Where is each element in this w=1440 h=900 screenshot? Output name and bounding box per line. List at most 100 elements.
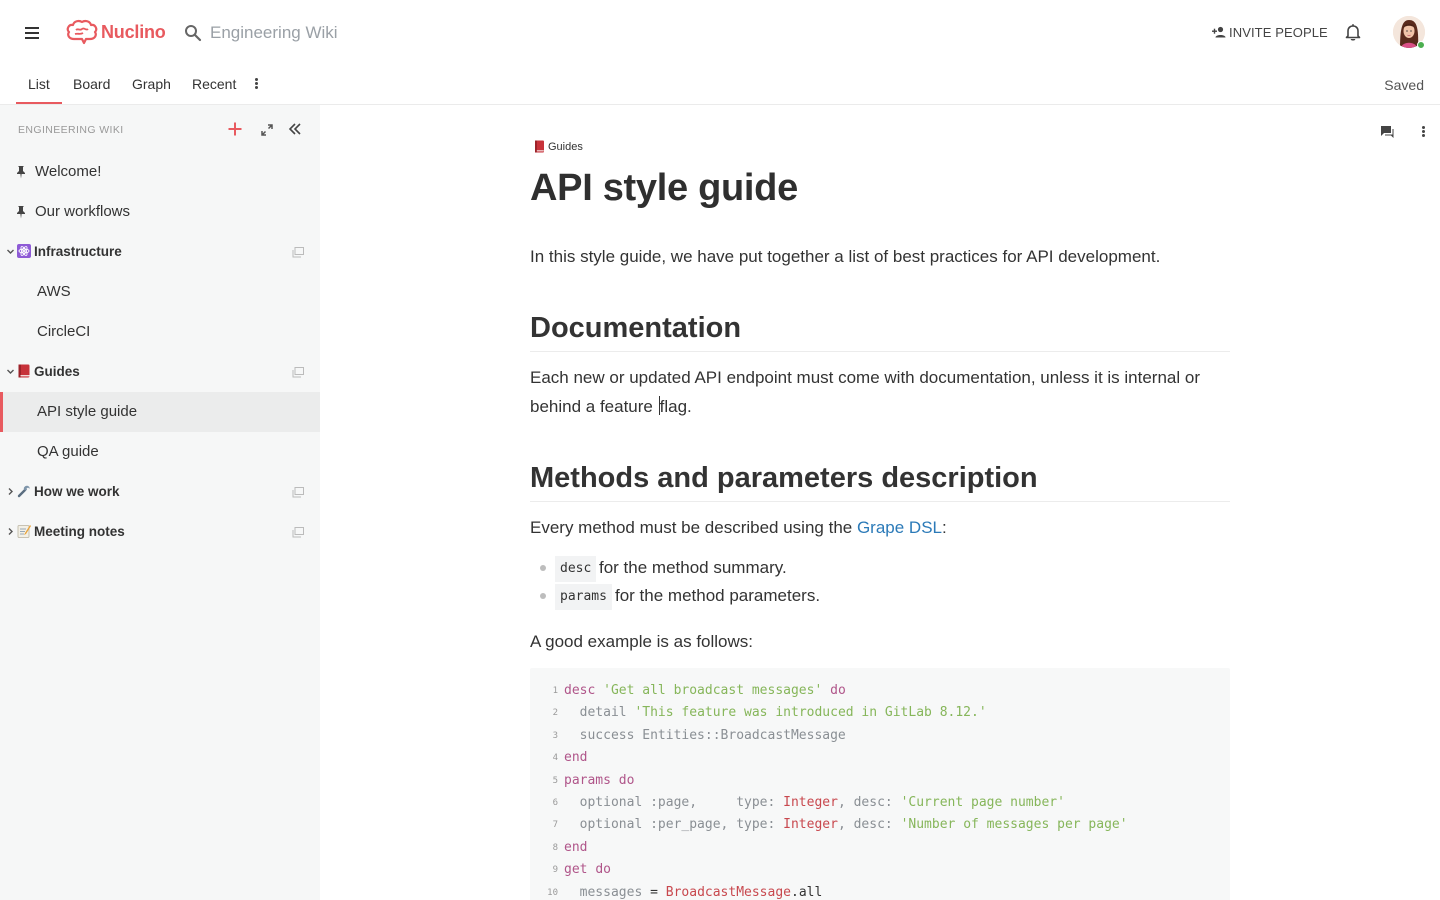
line-number: 4 <box>552 753 558 764</box>
search-icon <box>185 25 202 42</box>
sidebar-item-label: Meeting notes <box>34 524 125 539</box>
code-token: messages <box>579 884 643 900</box>
code-token: end <box>564 839 588 855</box>
memo-icon <box>17 525 31 538</box>
tab-recent[interactable]: Recent <box>192 76 236 92</box>
line-number: 5 <box>552 775 558 786</box>
copy-icon[interactable] <box>292 247 304 258</box>
copy-icon[interactable] <box>292 527 304 538</box>
code-token: 'This feature was introduced in GitLab 8… <box>634 705 987 721</box>
workspace-title: ENGINEERING WIKI <box>18 124 124 136</box>
sidebar-item-label: Our workflows <box>35 203 131 220</box>
online-status-dot <box>1417 41 1425 49</box>
grape-dsl-link[interactable]: Grape DSL <box>857 518 942 537</box>
paragraph-text: : <box>942 518 947 537</box>
add-item-icon[interactable] <box>227 121 243 137</box>
code-line: 5 params do <box>530 770 635 792</box>
document-more-icon[interactable] <box>1420 125 1426 139</box>
line-number: 7 <box>552 820 558 831</box>
invite-people-button[interactable]: INVITE PEOPLE <box>1212 24 1328 40</box>
search-bar[interactable]: Engineering Wiki <box>184 20 338 46</box>
example-intro[interactable]: A good example is as follows: <box>530 627 1230 656</box>
add-person-icon <box>1212 26 1226 38</box>
tab-graph[interactable]: Graph <box>132 76 171 92</box>
invite-people-label: INVITE PEOPLE <box>1229 24 1328 40</box>
atom-icon <box>17 244 31 258</box>
comments-icon[interactable] <box>1380 125 1394 139</box>
sidebar-item-label: Guides <box>34 364 80 379</box>
copy-icon[interactable] <box>292 367 304 378</box>
chevron-right-icon[interactable] <box>6 487 15 496</box>
chevron-right-icon[interactable] <box>6 527 15 536</box>
sidebar-item-api-style-guide[interactable]: API style guide <box>0 392 320 432</box>
line-number: 1 <box>552 686 558 696</box>
tab-list[interactable]: List <box>16 76 62 104</box>
sidebar-item-infrastructure[interactable]: Infrastructure <box>0 232 320 272</box>
collapse-sidebar-icon[interactable] <box>288 122 302 136</box>
menu-icon[interactable] <box>22 24 42 40</box>
line-number: 8 <box>552 842 558 853</box>
code-token: success Entities::BroadcastMessage <box>579 727 846 743</box>
methods-paragraph[interactable]: Every method must be described using the… <box>530 513 1230 542</box>
code-token: 'Get all broadcast messages' <box>603 683 823 698</box>
sidebar-item-our-workflows[interactable]: Our workflows <box>0 192 320 232</box>
sidebar-item-circleci[interactable]: CircleCI <box>0 312 320 352</box>
brand-logo[interactable]: Nuclino <box>66 18 166 46</box>
code-block[interactable]: 1 desc 'Get all broadcast messages' do 2 d… <box>530 668 1230 900</box>
brain-icon <box>66 19 98 45</box>
sidebar-item-guides[interactable]: Guides <box>0 352 320 392</box>
notifications-bell-icon[interactable] <box>1344 23 1362 41</box>
breadcrumb[interactable]: Guides <box>534 140 583 153</box>
sidebar-item-aws[interactable]: AWS <box>0 272 320 312</box>
code-line: 8 end <box>530 837 588 859</box>
paragraph-text: flag. <box>659 397 692 416</box>
main-content: Guides API style guide In this style gui… <box>320 105 1440 900</box>
documentation-paragraph[interactable]: Each new or updated API endpoint must co… <box>530 363 1230 421</box>
line-number: 9 <box>552 865 558 876</box>
code-token: Integer <box>783 795 838 810</box>
tab-board[interactable]: Board <box>73 76 110 92</box>
code-token: Integer <box>783 817 838 833</box>
code-token: optional :per_page, type: <box>579 817 784 833</box>
chevron-down-icon[interactable] <box>6 367 15 376</box>
sidebar-item-welcome[interactable]: Welcome! <box>0 152 320 192</box>
line-number: 6 <box>552 798 558 808</box>
expand-icon[interactable] <box>261 124 273 136</box>
code-token: , desc: <box>837 817 901 833</box>
breadcrumb-label: Guides <box>548 140 583 153</box>
sidebar-item-qa-guide[interactable]: QA guide <box>0 432 320 472</box>
code-line: 1 desc 'Get all broadcast messages' do <box>530 680 846 702</box>
code-line: 3 success Entities::BroadcastMessage <box>530 725 846 747</box>
tabs-more-icon[interactable] <box>253 77 259 93</box>
sidebar-item-label: Infrastructure <box>34 244 122 259</box>
paragraph-text: Each new or updated API endpoint must co… <box>530 368 1200 416</box>
section-heading-methods[interactable]: Methods and parameters description <box>530 462 1230 502</box>
copy-icon[interactable] <box>292 487 304 498</box>
code-token: desc <box>564 683 596 698</box>
inline-code: desc <box>555 556 597 582</box>
sidebar-item-meeting-notes[interactable]: Meeting notes <box>0 512 320 552</box>
code-token: end <box>564 750 588 766</box>
chevron-down-icon[interactable] <box>6 247 15 256</box>
code-token: = <box>642 884 666 900</box>
brand-name: Nuclino <box>101 21 166 42</box>
sidebar-item-label: AWS <box>37 283 71 300</box>
list-item[interactable]: params for the method parameters. <box>530 584 1230 612</box>
list-item[interactable]: desc for the method summary. <box>530 556 1230 584</box>
view-tabs-bar: List Board Graph Recent Saved <box>0 64 1440 105</box>
code-line: 6 optional :page, type: Integer, desc: '… <box>530 792 1065 814</box>
code-token: 'Number of messages per page' <box>900 817 1128 833</box>
code-line: 9 get do <box>530 859 611 881</box>
code-line: 4 end <box>530 747 588 769</box>
sidebar-item-label: API style guide <box>37 403 138 420</box>
page-title[interactable]: API style guide <box>530 167 798 210</box>
section-heading-documentation[interactable]: Documentation <box>530 312 1230 352</box>
sidebar-item-how-we-work[interactable]: How we work <box>0 472 320 512</box>
intro-paragraph[interactable]: In this style guide, we have put togethe… <box>530 242 1230 271</box>
list-item-text: for the method parameters. <box>615 586 821 605</box>
book-icon <box>18 364 30 378</box>
